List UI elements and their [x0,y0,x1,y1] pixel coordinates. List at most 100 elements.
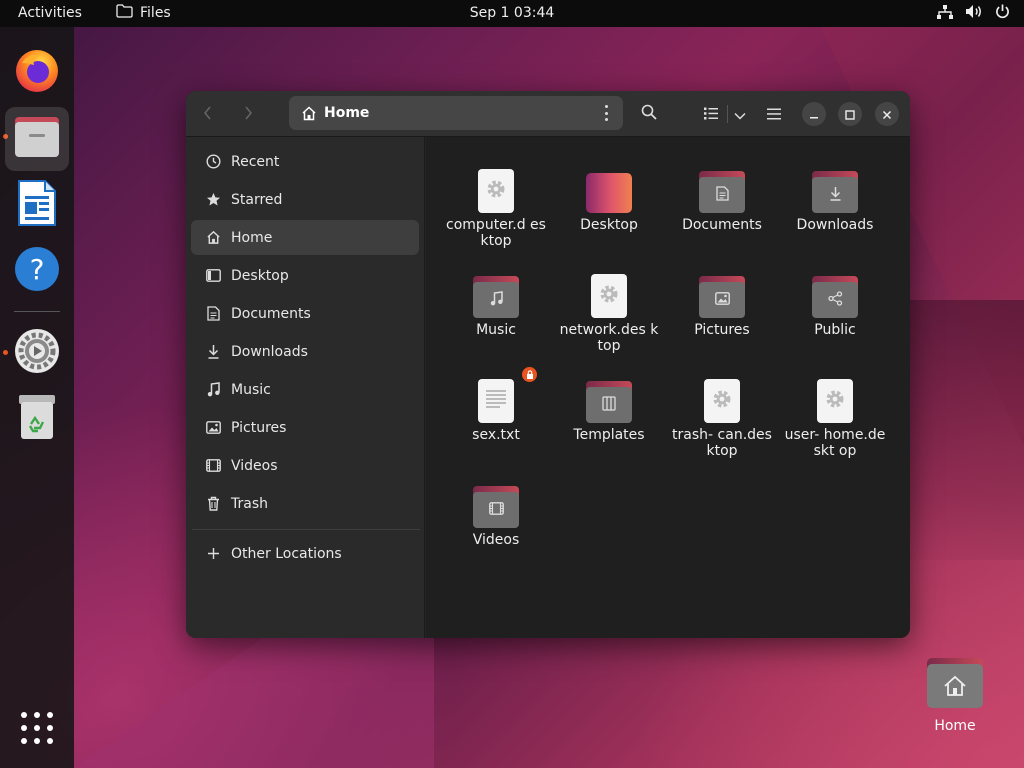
chevron-down-icon [734,105,746,124]
sidebar-item-desktop[interactable]: Desktop [191,258,419,293]
sidebar-item-videos[interactable]: Videos [191,448,419,483]
app-menu-files[interactable]: Files [116,4,171,22]
clock[interactable]: Sep 1 03:44 [470,5,555,21]
sidebar-item-label: Home [231,229,273,246]
main-menu-button[interactable] [759,99,789,129]
firefox-icon [14,47,60,97]
file-name: sex.txt [472,427,520,443]
sidebar-item-starred[interactable]: Starred [191,182,419,217]
file-item[interactable]: user- home.deskt op [780,367,890,459]
top-bar: Activities Files Sep 1 03:44 [0,0,1024,27]
desktop-file-icon [667,367,777,423]
folder-icon [780,157,890,213]
file-grid: computer.d esktop Desktop Documents Downloa… [426,137,910,638]
network-icon[interactable] [937,4,953,23]
view-list-button[interactable] [695,99,727,129]
sidebar-item-label: Pictures [231,419,287,436]
desktop-folder-icon [554,157,664,213]
folder-icon [667,157,777,213]
picture-icon [205,420,221,436]
dock-settings[interactable] [5,321,69,385]
close-button[interactable] [875,102,899,126]
back-button[interactable] [192,99,224,129]
system-status-area[interactable] [937,4,1010,23]
document-icon [715,185,729,205]
video-icon [488,501,504,519]
file-item[interactable]: Desktop [554,157,664,233]
sidebar-item-pictures[interactable]: Pictures [191,410,419,445]
show-apps-icon[interactable] [21,712,53,744]
file-item[interactable]: Pictures [667,262,777,338]
sidebar-item-label: Downloads [231,343,308,360]
chevron-right-icon [243,104,253,125]
files-icon [14,116,60,162]
sidebar-item-recent[interactable]: Recent [191,144,419,179]
desktop-file-icon [780,367,890,423]
sidebar-item-home[interactable]: Home [191,220,419,255]
file-name: Downloads [796,217,874,233]
path-bar[interactable]: Home [289,96,623,130]
file-name: Templates [573,427,645,443]
picture-icon [714,291,730,309]
view-options-button[interactable] [728,99,752,129]
settings-icon [14,328,60,378]
dock-firefox[interactable] [5,40,69,104]
svg-text:?: ? [30,253,45,286]
sidebar-item-downloads[interactable]: Downloads [191,334,419,369]
sidebar-item-label: Other Locations [231,545,342,562]
file-name: computer.d esktop [446,217,546,249]
sidebar-item-other-locations[interactable]: Other Locations [191,536,419,571]
gear-icon [711,388,733,414]
file-name: Public [814,322,856,338]
files-window: Home Recent Starred Home Desktop Documen… [186,91,910,638]
dock-help[interactable]: ? [5,239,69,303]
sidebar-item-label: Music [231,381,271,398]
file-name: trash- can.desktop [672,427,772,459]
sidebar-item-label: Documents [231,305,311,322]
dock-files[interactable] [5,107,69,171]
sidebar-item-documents[interactable]: Documents [191,296,419,331]
file-item[interactable]: Music [441,262,551,338]
desktop-home-label: Home [934,718,976,734]
minimize-icon [809,105,819,124]
file-item[interactable]: Public [780,262,890,338]
file-item[interactable]: computer.d esktop [441,157,551,249]
file-name: Documents [682,217,762,233]
path-menu-icon[interactable] [605,105,609,121]
maximize-button[interactable] [838,102,862,126]
file-name: network.des ktop [559,322,659,354]
dock-writer[interactable] [5,173,69,237]
volume-icon[interactable] [965,4,983,23]
sidebar-item-label: Videos [231,457,278,474]
forward-button[interactable] [232,99,264,129]
home-folder-icon [927,664,983,708]
file-item[interactable]: network.des ktop [554,262,664,354]
maximize-icon [845,105,855,124]
file-item[interactable]: Documents [667,157,777,233]
file-item[interactable]: trash- can.desktop [667,367,777,459]
home-icon [301,105,317,121]
file-item[interactable]: Downloads [780,157,890,233]
file-item[interactable]: Templates [554,367,664,443]
folder-icon [780,262,890,318]
activities-button[interactable]: Activities [18,5,82,21]
minimize-button[interactable] [802,102,826,126]
power-icon[interactable] [995,4,1010,23]
desktop-file-icon [554,262,664,318]
search-button[interactable] [634,99,664,129]
close-icon [882,105,892,124]
trash-icon [18,394,56,444]
file-item[interactable]: sex.txt [441,367,551,443]
sidebar-item-trash[interactable]: Trash [191,486,419,521]
header-bar: Home [186,91,910,137]
trash-icon [205,496,221,512]
path-bar-label: Home [324,105,370,121]
sidebar-separator [192,529,420,530]
sidebar-item-music[interactable]: Music [191,372,419,407]
dock-trash[interactable] [5,387,69,451]
folder-icon [441,472,551,528]
gear-icon [485,178,507,204]
app-menu-label: Files [140,5,171,21]
list-view-icon [704,105,718,124]
file-item[interactable]: Videos [441,472,551,548]
